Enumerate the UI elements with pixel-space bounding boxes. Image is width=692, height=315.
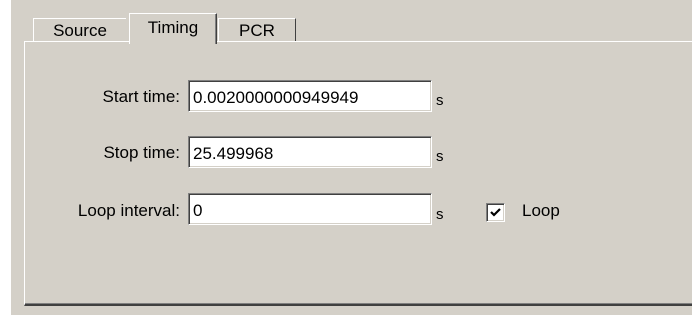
panel-shadow-line bbox=[25, 303, 692, 304]
tab-pcr[interactable]: PCR bbox=[218, 18, 296, 42]
stop-time-unit: s bbox=[436, 148, 444, 165]
checkmark-icon bbox=[490, 208, 501, 217]
tab-timing[interactable]: Timing bbox=[129, 13, 217, 44]
start-time-input[interactable] bbox=[188, 80, 432, 112]
loop-interval-input[interactable] bbox=[188, 193, 432, 225]
stop-time-input[interactable] bbox=[188, 136, 432, 168]
dialog-window: Source Timing PCR Start time: s Stop tim… bbox=[0, 0, 692, 315]
tab-source[interactable]: Source bbox=[33, 18, 126, 42]
dialog-client-area: Source Timing PCR Start time: s Stop tim… bbox=[10, 0, 692, 315]
loop-interval-label: Loop interval: bbox=[77, 201, 180, 220]
loop-interval-unit: s bbox=[436, 206, 444, 223]
loop-checkbox-label[interactable]: Loop bbox=[522, 201, 560, 221]
start-time-unit: s bbox=[436, 92, 444, 109]
start-time-label: Start time: bbox=[102, 87, 180, 106]
stop-time-label: Stop time: bbox=[103, 143, 180, 162]
loop-checkbox[interactable] bbox=[486, 203, 505, 222]
